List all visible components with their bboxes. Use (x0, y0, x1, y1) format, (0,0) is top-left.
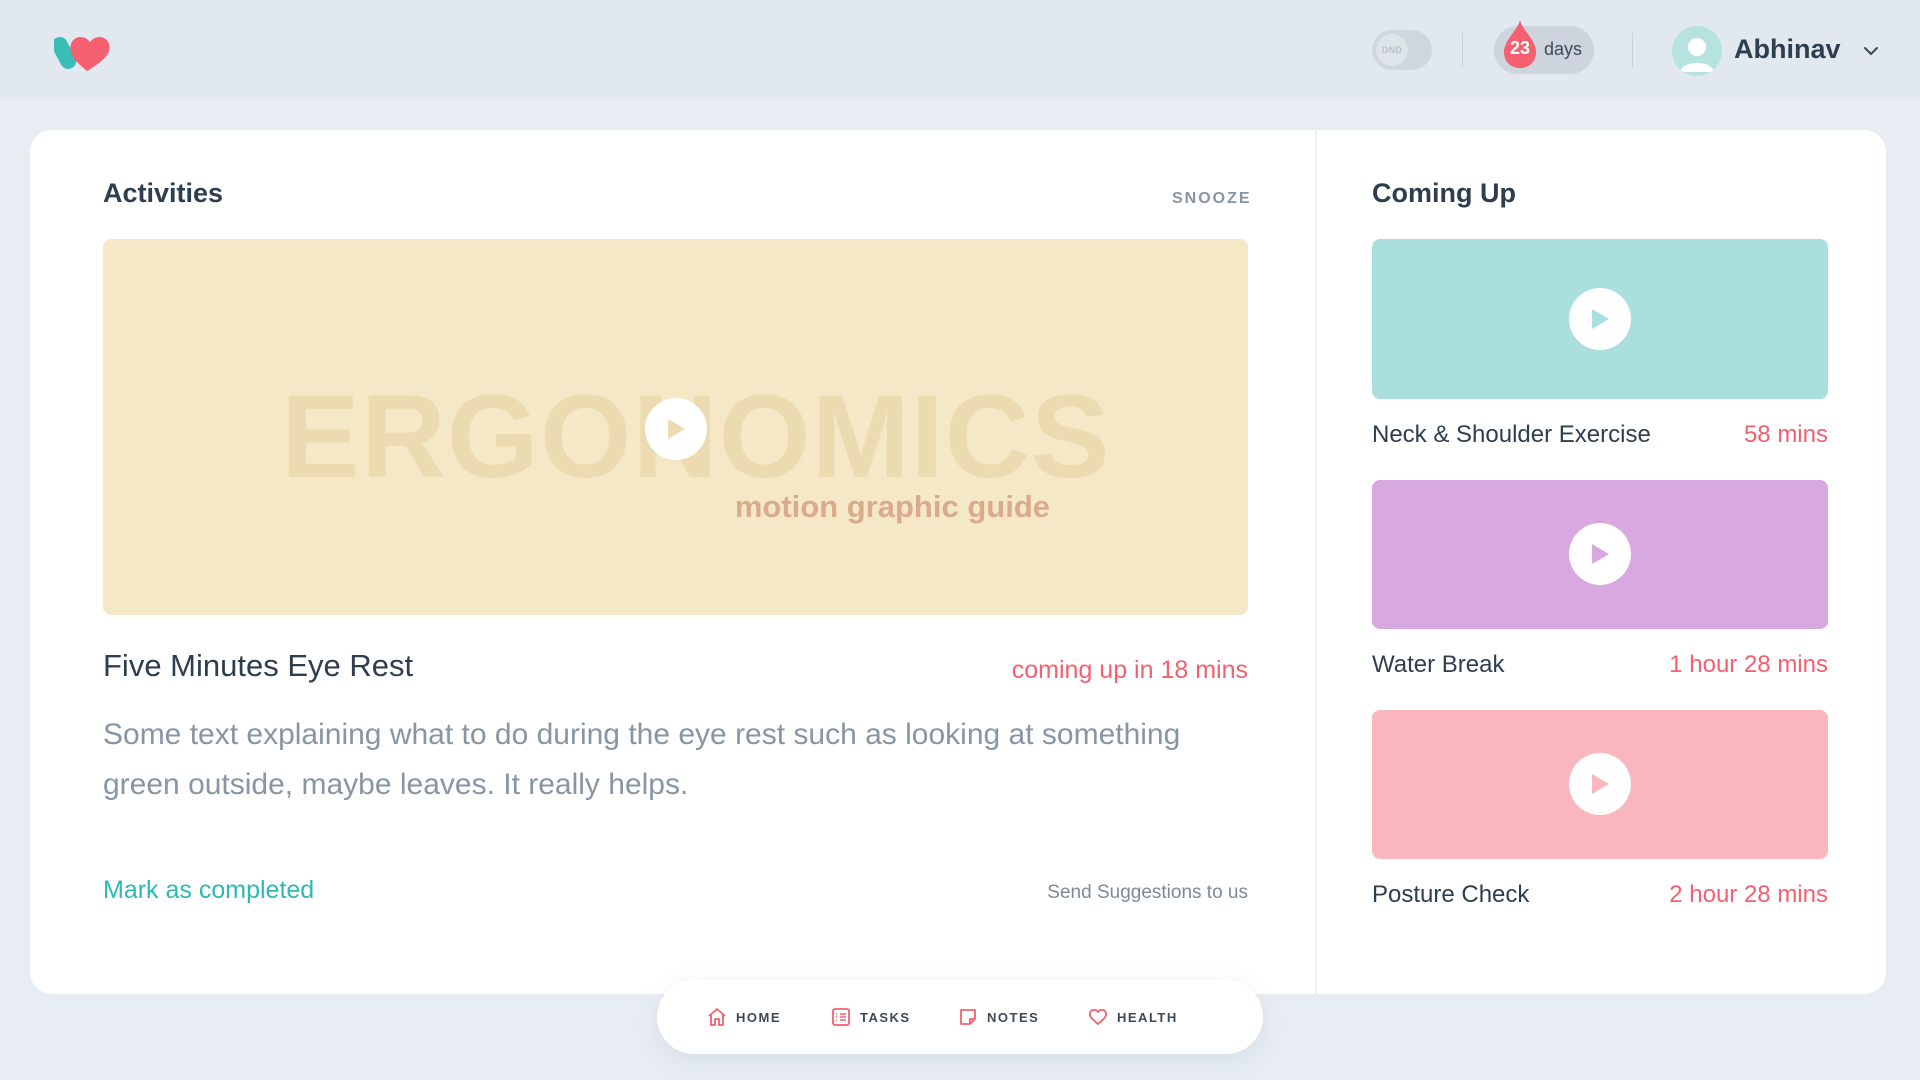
dnd-toggle-knob: DND (1376, 34, 1408, 66)
activities-title: Activities (103, 178, 224, 208)
dnd-toggle[interactable]: DND (1372, 30, 1432, 70)
app-logo[interactable] (54, 30, 120, 72)
header-divider (1632, 33, 1633, 67)
coming-up-name: Posture Check (1372, 881, 1530, 908)
username[interactable]: Abhinav (1734, 34, 1841, 65)
bottom-nav: HOME TASKS NOTES HEALTH (657, 980, 1263, 1054)
mark-completed-button[interactable]: Mark as completed (103, 876, 314, 905)
nav-notes-label: NOTES (987, 1009, 1040, 1025)
coming-up-title: Coming Up (1372, 178, 1516, 208)
heart-icon (1088, 1008, 1108, 1025)
nav-notes[interactable]: NOTES (958, 1006, 1039, 1028)
home-icon (708, 1008, 726, 1026)
nav-tasks-label: TASKS (860, 1009, 911, 1025)
user-icon (1680, 38, 1714, 72)
notes-icon (960, 1009, 976, 1025)
play-button[interactable] (1569, 288, 1631, 350)
play-icon (1592, 309, 1609, 329)
snooze-button[interactable]: SNOOZE (1172, 190, 1252, 208)
play-button[interactable] (1569, 523, 1631, 585)
streak-badge[interactable]: 23 days (1494, 20, 1594, 74)
play-button[interactable] (645, 398, 707, 460)
play-button[interactable] (1569, 753, 1631, 815)
send-suggestions-link[interactable]: Send Suggestions to us (1047, 882, 1248, 904)
nav-home-label: HOME (736, 1009, 781, 1025)
nav-health[interactable]: HEALTH (1088, 1006, 1178, 1028)
activity-description: Some text explaining what to do during t… (103, 718, 1181, 801)
nav-home[interactable]: HOME (707, 1006, 781, 1028)
streak-count: 23 (1509, 38, 1531, 58)
coming-up-name: Neck & Shoulder Exercise (1372, 421, 1651, 448)
coming-up-name: Water Break (1372, 651, 1505, 678)
coming-up-time: 58 mins (1743, 421, 1828, 448)
header-divider (1462, 33, 1463, 67)
coming-up-time: 2 hour 28 mins (1669, 881, 1828, 908)
hero-subtitle: motion graphic guide (734, 489, 1050, 524)
nav-tasks[interactable]: TASKS (831, 1006, 911, 1028)
activity-name: Five Minutes Eye Rest (103, 648, 414, 683)
coming-up-video[interactable] (1372, 239, 1828, 399)
play-icon (1592, 774, 1609, 794)
tasks-icon (832, 1008, 850, 1026)
coming-up-video[interactable] (1372, 710, 1828, 859)
coming-up-time: 1 hour 28 mins (1669, 651, 1828, 678)
activity-countdown: coming up in 18 mins (1011, 656, 1248, 684)
activity-video[interactable]: ERGONOMICS motion graphic guide (103, 239, 1248, 615)
card-divider (1315, 130, 1317, 994)
chevron-down-icon[interactable] (1862, 42, 1880, 60)
coming-up-video[interactable] (1372, 480, 1828, 629)
avatar[interactable] (1672, 26, 1722, 76)
nav-health-label: HEALTH (1117, 1009, 1178, 1025)
streak-label: days (1544, 39, 1583, 59)
play-icon (1592, 544, 1609, 564)
play-icon (668, 419, 685, 439)
